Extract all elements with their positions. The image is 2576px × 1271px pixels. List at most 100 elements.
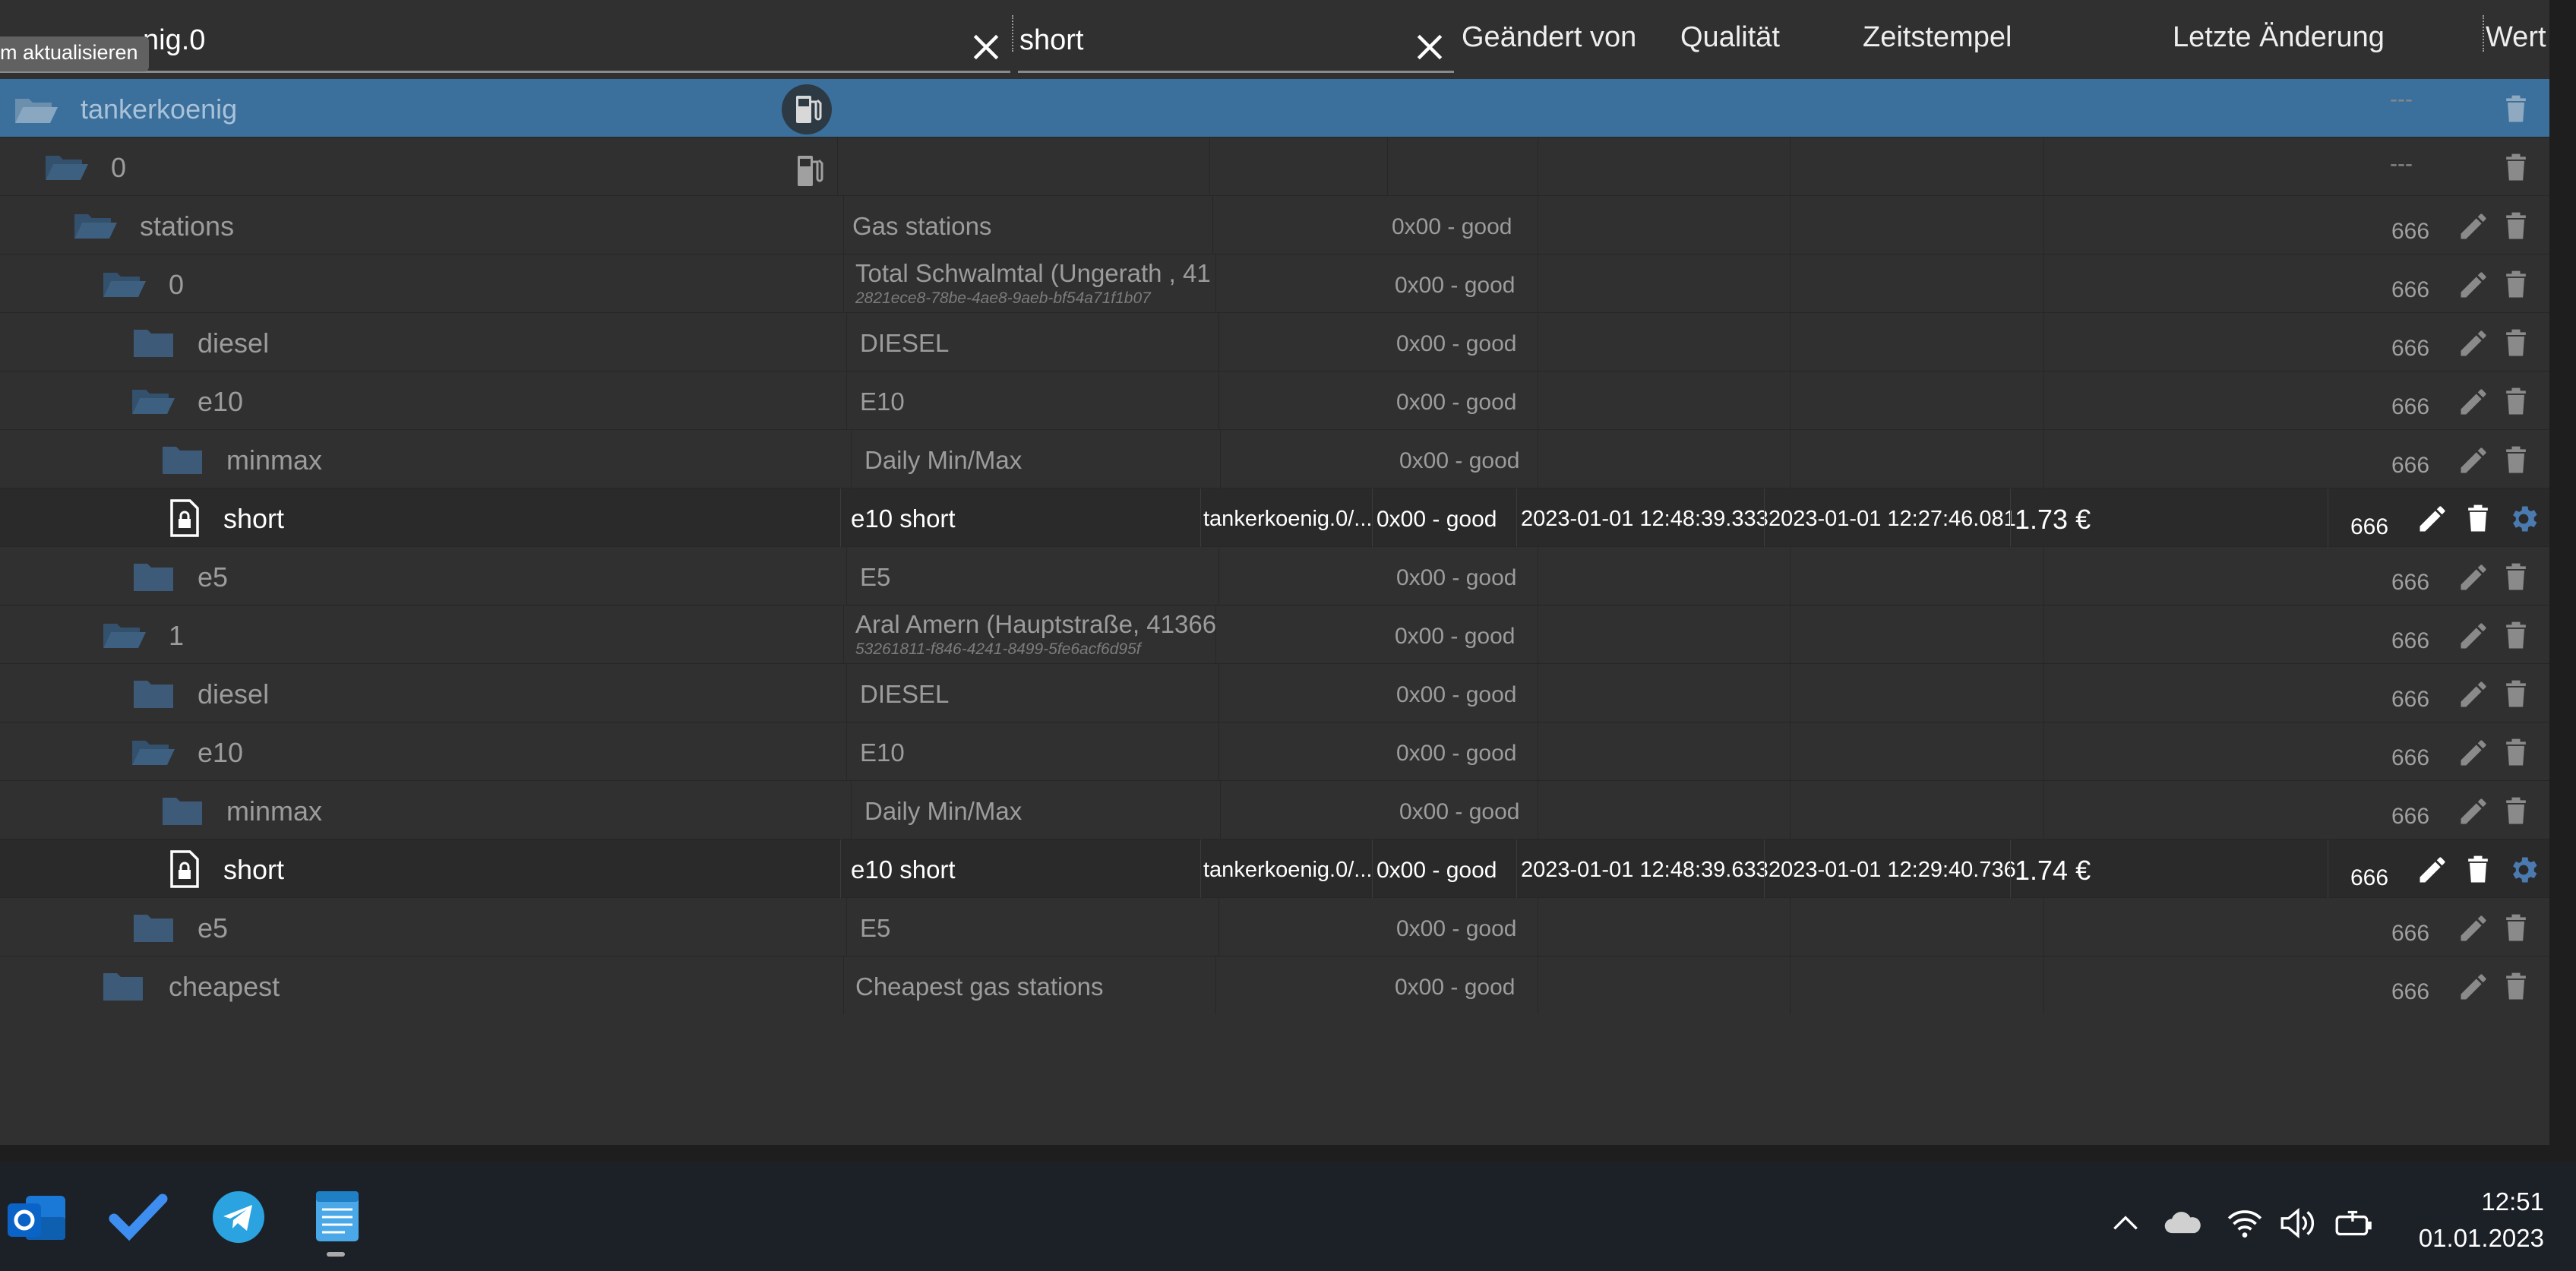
tree-row-e10[interactable]: e10 E10 0x00 - good 666 (0, 722, 2549, 781)
name-filter-value[interactable]: short (1019, 24, 1083, 57)
row-description: E10 (860, 387, 905, 416)
edit-icon[interactable] (2457, 912, 2490, 945)
edit-icon[interactable] (2457, 561, 2490, 594)
tree-row-e5[interactable]: e5 E5 0x00 - good 666 (0, 547, 2549, 605)
onedrive-cloud-icon[interactable] (2162, 1204, 2205, 1242)
tree-row-minmax[interactable]: minmax Daily Min/Max 0x00 - good 666 (0, 430, 2549, 488)
tree-row-e5[interactable]: e5 E5 0x00 - good 666 (0, 898, 2549, 956)
delete-icon[interactable] (2499, 912, 2533, 945)
state-file-icon[interactable] (169, 850, 201, 888)
edit-icon[interactable] (2457, 210, 2490, 243)
folder-icon[interactable] (132, 912, 175, 944)
settings-gear-icon[interactable] (2507, 853, 2540, 887)
folder-open-icon[interactable] (102, 619, 147, 650)
edit-icon[interactable] (2457, 444, 2490, 477)
delete-icon[interactable] (2499, 385, 2533, 419)
delete-icon[interactable] (2499, 795, 2533, 828)
edit-icon[interactable] (2457, 795, 2490, 828)
folder-icon[interactable] (161, 444, 204, 476)
column-header-timestamp[interactable]: Zeitstempel (1863, 21, 2012, 54)
volume-icon[interactable] (2277, 1204, 2318, 1242)
todo-icon[interactable] (106, 1185, 170, 1249)
delete-icon[interactable] (2499, 268, 2533, 302)
delete-icon[interactable] (2461, 853, 2495, 887)
delete-icon[interactable] (2461, 502, 2495, 536)
delete-icon[interactable] (2499, 93, 2533, 126)
column-header-value[interactable]: Wert (2486, 21, 2546, 54)
delete-icon[interactable] (2499, 736, 2533, 770)
edit-icon[interactable] (2457, 268, 2490, 302)
folder-open-icon[interactable] (131, 736, 176, 767)
tree-row-stations[interactable]: stations Gas stations 0x00 - good 666 (0, 196, 2549, 255)
cell-divider (2010, 839, 2011, 898)
folder-open-icon[interactable] (102, 268, 147, 299)
id-filter-field[interactable]: nig.0 (0, 8, 1010, 73)
tree-row-short-state[interactable]: short e10 short tankerkoenig.0/... 0x00 … (0, 488, 2549, 547)
tree-row-station-0[interactable]: 0 Total Schwalmtal (Ungerath , 41 2821ec… (0, 255, 2549, 313)
tree-row-diesel[interactable]: diesel DIESEL 0x00 - good 666 (0, 664, 2549, 722)
column-header-last-change[interactable]: Letzte Änderung (2173, 21, 2385, 54)
telegram-icon[interactable] (207, 1185, 270, 1249)
edit-icon[interactable] (2457, 736, 2490, 770)
tree-row-diesel[interactable]: diesel DIESEL 0x00 - good 666 (0, 313, 2549, 371)
row-value[interactable]: 1.74 € (2015, 855, 2091, 887)
edit-icon[interactable] (2457, 385, 2490, 419)
folder-open-icon[interactable] (73, 210, 119, 240)
delete-icon[interactable] (2499, 619, 2533, 653)
wifi-icon[interactable] (2226, 1204, 2264, 1242)
tree-row-station-1[interactable]: 1 Aral Amern (Hauptstraße, 41366 5326181… (0, 605, 2549, 664)
row-quality: 0x00 - good (1399, 799, 1520, 824)
folder-open-icon[interactable] (44, 151, 90, 182)
tree-row-instance-0[interactable]: 0 --- (0, 138, 2549, 196)
tree-row-tankerkoenig[interactable]: tankerkoenig --- (0, 79, 2549, 138)
settings-gear-icon[interactable] (2507, 502, 2540, 536)
folder-icon[interactable] (102, 970, 144, 1002)
name-filter-field[interactable]: short (1018, 8, 1454, 73)
row-description: Daily Min/Max (864, 797, 1022, 825)
state-file-icon[interactable] (169, 499, 201, 537)
folder-icon[interactable] (132, 327, 175, 359)
delete-icon[interactable] (2499, 151, 2533, 185)
chevron-up-icon[interactable] (2109, 1204, 2142, 1242)
cell-divider (846, 313, 847, 371)
outlook-icon[interactable] (5, 1185, 68, 1249)
folder-open-icon[interactable] (14, 94, 59, 125)
delete-icon[interactable] (2499, 327, 2533, 360)
battery-charging-icon[interactable] (2332, 1204, 2376, 1242)
notepad-icon[interactable] (305, 1185, 369, 1249)
row-value[interactable]: 1.73 € (2015, 504, 2091, 536)
edit-icon[interactable] (2457, 970, 2490, 1004)
column-header-changed-by[interactable]: Geändert von (1462, 21, 1636, 54)
system-clock[interactable]: 12:51 01.01.2023 (2419, 1184, 2544, 1257)
clear-name-filter-icon[interactable] (1413, 30, 1446, 64)
column-header-quality[interactable]: Qualität (1680, 21, 1780, 54)
edit-icon[interactable] (2416, 853, 2449, 887)
clear-id-filter-icon[interactable] (969, 30, 1003, 64)
cell-divider (846, 722, 847, 781)
edit-icon[interactable] (2457, 619, 2490, 653)
tree-row-cheapest[interactable]: cheapest Cheapest gas stations 0x00 - go… (0, 956, 2549, 1015)
tree-row-minmax[interactable]: minmax Daily Min/Max 0x00 - good 666 (0, 781, 2549, 839)
folder-icon[interactable] (132, 678, 175, 710)
edit-icon[interactable] (2416, 502, 2449, 536)
cell-divider (2010, 488, 2011, 547)
delete-icon[interactable] (2499, 970, 2533, 1004)
cell-divider (1372, 488, 1373, 547)
delete-icon[interactable] (2499, 678, 2533, 711)
folder-open-icon[interactable] (131, 385, 176, 416)
edit-icon[interactable] (2457, 678, 2490, 711)
tree-row-e10[interactable]: e10 E10 0x00 - good 666 (0, 371, 2549, 430)
tree-row-name: minmax (226, 444, 323, 476)
id-filter-value[interactable]: nig.0 (143, 24, 205, 57)
row-timestamp: 2023-01-01 12:48:39.333 (1521, 507, 1768, 531)
column-separator[interactable] (1012, 15, 1013, 52)
delete-icon[interactable] (2499, 444, 2533, 477)
column-separator[interactable] (2483, 15, 2484, 52)
delete-icon[interactable] (2499, 561, 2533, 594)
edit-icon[interactable] (2457, 327, 2490, 360)
delete-icon[interactable] (2499, 210, 2533, 243)
row-quality: 0x00 - good (1396, 331, 1517, 356)
tree-row-short-state[interactable]: short e10 short tankerkoenig.0/... 0x00 … (0, 839, 2549, 898)
folder-icon[interactable] (132, 561, 175, 593)
folder-icon[interactable] (161, 795, 204, 827)
